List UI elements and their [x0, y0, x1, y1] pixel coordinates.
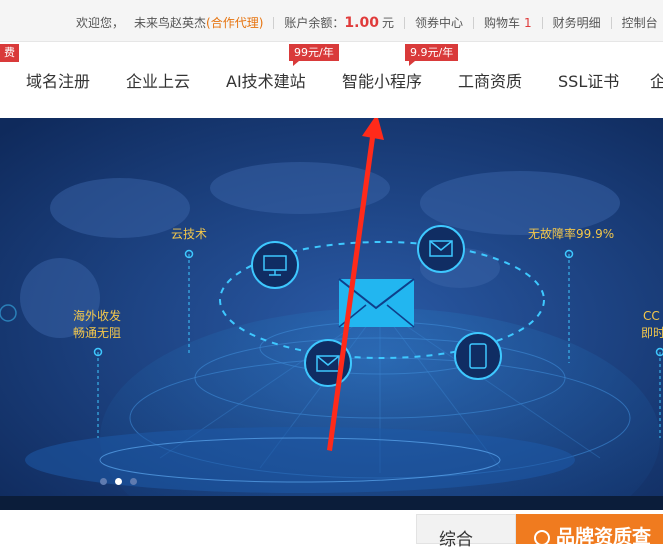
nav-item-business[interactable]: 工商资质 — [458, 68, 522, 92]
divider — [611, 17, 612, 29]
hero-banner[interactable]: 云技术 海外收发 畅通无阻 无故障率99.9% CC 即时 — [0, 118, 663, 496]
divider — [542, 17, 543, 29]
tab-general-label: 综合 — [439, 530, 473, 550]
tab-brand-label: 品牌资质查 — [556, 526, 651, 548]
label-overseas-line1: 海外收发 — [73, 308, 121, 325]
welcome-text: 欢迎您， — [76, 14, 124, 31]
nav-left-tag: 费 — [0, 44, 19, 62]
nav-badge-miniprogram: 9.9元/年 — [405, 44, 458, 61]
divider — [273, 17, 274, 29]
coupon-center-link[interactable]: 领券中心 — [415, 14, 463, 31]
nav-item-ai-site[interactable]: AI技术建站 — [226, 68, 306, 92]
divider — [473, 17, 474, 29]
nav-item-miniprogram[interactable]: 智能小程序 — [342, 68, 422, 92]
label-cc-line1: CC — [643, 308, 660, 325]
cart-link[interactable]: 购物车 — [484, 14, 520, 31]
divider — [404, 17, 405, 29]
role-badge: (合作代理) — [206, 14, 263, 31]
label-cc-line2: 即时 — [641, 325, 663, 342]
carousel-dot[interactable] — [100, 478, 107, 485]
info-circle-icon — [534, 530, 550, 546]
nav-badge-ai-site: 99元/年 — [289, 44, 339, 61]
balance-unit: 元 — [382, 14, 394, 31]
cart-count: 1 — [524, 16, 532, 30]
nav-item-ssl[interactable]: SSL证书 — [558, 68, 619, 92]
balance-value: 1.00 — [344, 15, 379, 31]
label-overseas-line2: 畅通无阻 — [73, 325, 121, 342]
carousel-dot-active[interactable] — [115, 478, 122, 485]
label-cloud-tech: 云技术 — [171, 226, 207, 243]
carousel-dots — [100, 478, 137, 485]
finance-link[interactable]: 财务明细 — [553, 14, 601, 31]
nav-item-cloud[interactable]: 企业上云 — [126, 68, 190, 92]
banner-bottom-strip — [0, 496, 663, 510]
tab-brand-qualification[interactable]: 品牌资质查 — [516, 514, 663, 544]
balance-label: 账户余额： — [284, 14, 344, 31]
console-link[interactable]: 控制台 — [622, 14, 658, 31]
nav-item-domain[interactable]: 域名注册 — [26, 68, 90, 92]
label-uptime: 无故障率99.9% — [528, 226, 614, 243]
top-bar: 欢迎您， 未来鸟赵英杰 (合作代理) 账户余额： 1.00 元 领券中心 购物车… — [0, 0, 663, 42]
main-nav: 费 域名注册 企业上云 99元/年 AI技术建站 9.9元/年 智能小程序 工商… — [0, 42, 663, 118]
tab-general[interactable]: 综合 — [416, 514, 516, 544]
username-link[interactable]: 未来鸟赵英杰 — [134, 14, 206, 31]
banner-illustration — [0, 118, 663, 496]
nav-item-more[interactable]: 企 — [650, 68, 663, 92]
carousel-dot[interactable] — [130, 478, 137, 485]
